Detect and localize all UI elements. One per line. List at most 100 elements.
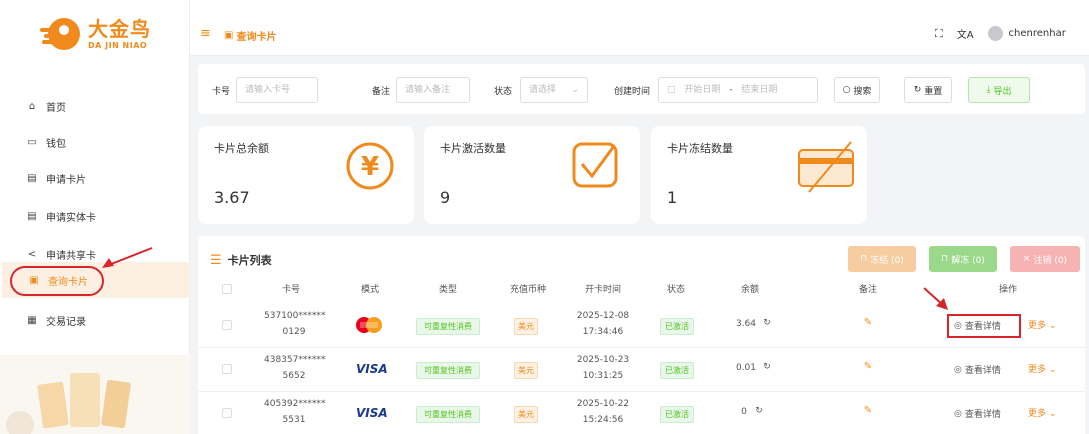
cancel-card-button[interactable]: × 注销 (0) <box>1010 246 1080 272</box>
stat-value: 3.67 <box>214 188 250 207</box>
card-list-title: 卡片列表 <box>227 254 272 267</box>
username[interactable]: chenrenhar <box>1009 28 1066 39</box>
menu-toggle-icon[interactable]: ≡ <box>200 26 211 41</box>
sidebar-item-wallet[interactable]: ▭ 钱包 <box>0 124 190 160</box>
logo-en: DA JIN NIAO <box>88 40 148 50</box>
edit-remark-icon[interactable]: ✎ <box>862 405 874 416</box>
edit-remark-icon[interactable]: ✎ <box>862 361 874 372</box>
unfreeze-button-label: 解冻 (0) <box>951 255 985 266</box>
column-header: 余额 <box>740 285 759 295</box>
view-detail-button[interactable]: ◎ 查看详情 <box>954 407 1001 421</box>
card-no-input[interactable]: 请输入卡号 <box>236 77 318 103</box>
panel-title: ☰ 卡片列表 <box>210 252 272 268</box>
status-select[interactable]: 请选择 ⌄ <box>520 77 588 103</box>
annotation-ellipse <box>10 266 104 296</box>
sidebar-item-apply-card[interactable]: ▤ 申请卡片 <box>0 160 190 196</box>
sidebar-item-label: 申请共享卡 <box>46 250 96 262</box>
eye-icon: ◎ <box>954 320 962 331</box>
more-dropdown[interactable]: 更多 ⌄ <box>1028 406 1056 419</box>
type-tag: 可重复性消费 <box>416 318 480 335</box>
fullscreen-icon[interactable]: ⛶ <box>935 27 943 41</box>
column-header: 操作 <box>998 285 1017 295</box>
currency-tag: 美元 <box>514 318 538 335</box>
more-label: 更多 <box>1028 365 1047 375</box>
refresh-balance-icon[interactable]: ↻ <box>754 406 764 416</box>
unfreeze-button[interactable]: ⊓ 解冻 (0) <box>929 246 997 272</box>
refresh-balance-icon[interactable]: ↻ <box>762 318 772 328</box>
translate-icon[interactable]: 文A <box>957 26 974 41</box>
reset-button-label: 重置 <box>924 86 943 97</box>
table-row: 405392****** 5531 VISA 可重复性消费 美元 2025-10… <box>198 392 1085 434</box>
stat-title: 卡片总余额 <box>214 142 269 155</box>
date-range-picker[interactable]: ▢ 开始日期 - 结束日期 <box>658 77 818 103</box>
logo[interactable]: 大金鸟 DA JIN NIAO <box>38 16 151 52</box>
card-number-top: 438357****** <box>264 355 326 365</box>
balance-value: 3.64 <box>735 319 757 329</box>
status-badge: 已激活 <box>660 318 694 335</box>
export-button[interactable]: ⤓ 导出 <box>968 77 1030 103</box>
chevron-down-icon: ⌄ <box>1048 409 1057 419</box>
refresh-balance-icon[interactable]: ↻ <box>762 362 772 372</box>
column-header: 类型 <box>438 285 457 295</box>
open-date: 2025-10-22 <box>576 399 630 409</box>
row-checkbox[interactable] <box>222 364 232 374</box>
chevron-down-icon: ⌄ <box>571 85 579 95</box>
view-detail-label: 查看详情 <box>964 322 1001 332</box>
card-list-panel: ☰ 卡片列表 ⊓ 冻结 (0) ⊓ 解冻 (0) × 注销 (0) 卡号 模式 … <box>198 236 1085 434</box>
annotation-arrow-icon <box>923 287 948 310</box>
more-label: 更多 <box>1028 321 1047 331</box>
select-all-checkbox[interactable] <box>222 284 232 294</box>
card-number-bottom: 5531 <box>282 415 306 425</box>
visa-logo: VISA <box>356 406 388 420</box>
reset-button[interactable]: ↻ 重置 <box>904 77 952 103</box>
search-button[interactable]: ○ 搜索 <box>834 77 880 103</box>
more-dropdown[interactable]: 更多 ⌄ <box>1028 362 1056 375</box>
view-detail-button[interactable]: ◎ 查看详情 <box>954 363 1001 377</box>
column-header: 状态 <box>666 285 685 295</box>
row-checkbox[interactable] <box>222 320 232 330</box>
top-header: ≡ ▣ 查询卡片 ⛶ 文A chenrenhar <box>190 0 1089 56</box>
sidebar-item-home[interactable]: ⌂ 首页 <box>0 88 190 124</box>
card-number-top: 405392****** <box>264 399 326 409</box>
card-no-label: 卡号 <box>212 87 231 97</box>
frozen-card-icon <box>798 141 854 193</box>
sidebar-item-label: 申请实体卡 <box>46 212 96 224</box>
status-label: 状态 <box>494 87 513 97</box>
export-button-label: 导出 <box>993 86 1012 97</box>
search-icon: ○ <box>842 85 851 95</box>
search-button-label: 搜索 <box>853 86 872 97</box>
stat-card-active-count: 卡片激活数量 9 <box>424 126 640 224</box>
column-header: 备注 <box>858 285 877 295</box>
unlock-icon: ⊓ <box>941 254 949 264</box>
more-dropdown[interactable]: 更多 ⌄ <box>1028 318 1056 331</box>
created-time-label: 创建时间 <box>614 87 651 97</box>
sidebar-item-label: 申请卡片 <box>46 174 86 186</box>
card-icon: ▤ <box>27 210 37 222</box>
document-icon: ▣ <box>224 30 234 41</box>
end-date: 结束日期 <box>741 85 778 95</box>
status-select-placeholder: 请选择 <box>529 85 557 95</box>
stat-card-total-balance: 卡片总余额 3.67 ¥ <box>198 126 414 224</box>
home-icon: ⌂ <box>28 100 36 112</box>
sidebar-item-transactions[interactable]: ▦ 交易记录 <box>0 302 190 338</box>
column-header: 开卡时间 <box>584 285 621 295</box>
freeze-button[interactable]: ⊓ 冻结 (0) <box>848 246 916 272</box>
checkbox-icon <box>572 142 618 188</box>
currency-tag: 美元 <box>514 406 538 423</box>
avatar[interactable] <box>987 26 1003 41</box>
annotation-arrow-icon <box>102 247 153 268</box>
edit-remark-icon[interactable]: ✎ <box>862 317 874 328</box>
sidebar-item-apply-physical-card[interactable]: ▤ 申请实体卡 <box>0 198 190 234</box>
remark-label: 备注 <box>372 87 391 97</box>
row-checkbox[interactable] <box>222 408 232 418</box>
remark-input[interactable]: 请输入备注 <box>396 77 470 103</box>
view-detail-button[interactable]: ◎ 查看详情 <box>954 319 1001 333</box>
bird-logo-icon <box>38 16 82 52</box>
svg-text:¥: ¥ <box>361 152 379 182</box>
status-badge: 已激活 <box>660 406 694 423</box>
start-date: 开始日期 <box>684 85 721 95</box>
filter-bar: 卡号 请输入卡号 备注 请输入备注 状态 请选择 ⌄ 创建时间 ▢ 开始日期 -… <box>198 64 1085 114</box>
open-time: 15:24:56 <box>582 415 624 425</box>
open-time: 10:31:25 <box>582 371 624 381</box>
close-icon: × <box>1022 254 1031 264</box>
